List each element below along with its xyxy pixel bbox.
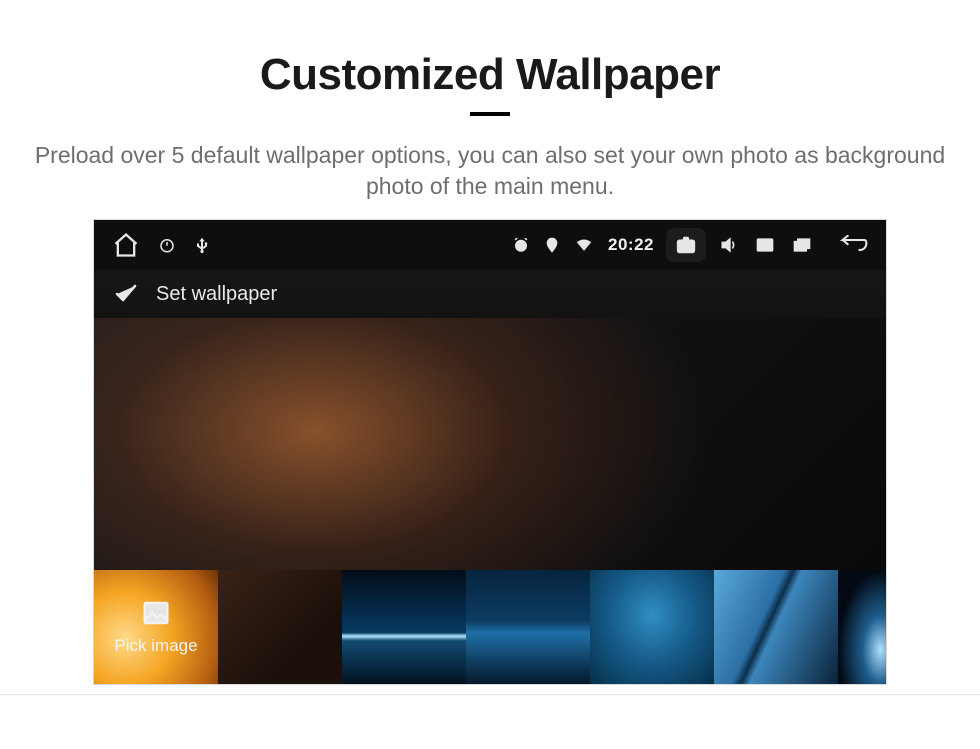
title-underline bbox=[470, 112, 510, 116]
recent-apps-icon[interactable] bbox=[790, 235, 814, 255]
page-subtitle: Preload over 5 default wallpaper options… bbox=[30, 140, 950, 202]
pick-image-tile[interactable]: Pick image bbox=[94, 570, 218, 684]
wallpaper-thumb[interactable] bbox=[590, 570, 714, 684]
wallpaper-thumb[interactable] bbox=[466, 570, 590, 684]
action-row: Set wallpaper bbox=[94, 270, 886, 318]
thumbnail-strip: Pick image bbox=[94, 570, 886, 684]
clock-text: 20:22 bbox=[608, 235, 654, 255]
section-divider bbox=[0, 694, 980, 695]
status-right: 20:22 bbox=[512, 228, 868, 262]
close-app-icon[interactable] bbox=[754, 235, 776, 255]
status-bar: 20:22 bbox=[94, 220, 886, 270]
status-left bbox=[112, 231, 210, 259]
wifi-icon bbox=[574, 237, 594, 253]
set-wallpaper-label[interactable]: Set wallpaper bbox=[156, 283, 277, 306]
power-timer-icon bbox=[158, 236, 176, 254]
wallpaper-thumb[interactable] bbox=[342, 570, 466, 684]
image-icon bbox=[139, 598, 173, 628]
page-title: Customized Wallpaper bbox=[0, 50, 980, 100]
wallpaper-thumb[interactable] bbox=[218, 570, 342, 684]
location-icon bbox=[544, 236, 560, 254]
wallpaper-thumb[interactable] bbox=[714, 570, 838, 684]
home-icon[interactable] bbox=[112, 231, 140, 259]
pick-image-label: Pick image bbox=[114, 636, 197, 656]
volume-icon[interactable] bbox=[718, 235, 740, 255]
wallpaper-thumb[interactable] bbox=[838, 570, 886, 684]
screenshot-icon[interactable] bbox=[666, 228, 706, 262]
usb-icon bbox=[194, 236, 210, 254]
device-screenshot: 20:22 bbox=[94, 220, 886, 684]
back-icon[interactable] bbox=[834, 235, 868, 255]
wallpaper-preview[interactable] bbox=[94, 318, 886, 570]
alarm-icon bbox=[512, 236, 530, 254]
confirm-check-icon[interactable] bbox=[110, 282, 140, 306]
